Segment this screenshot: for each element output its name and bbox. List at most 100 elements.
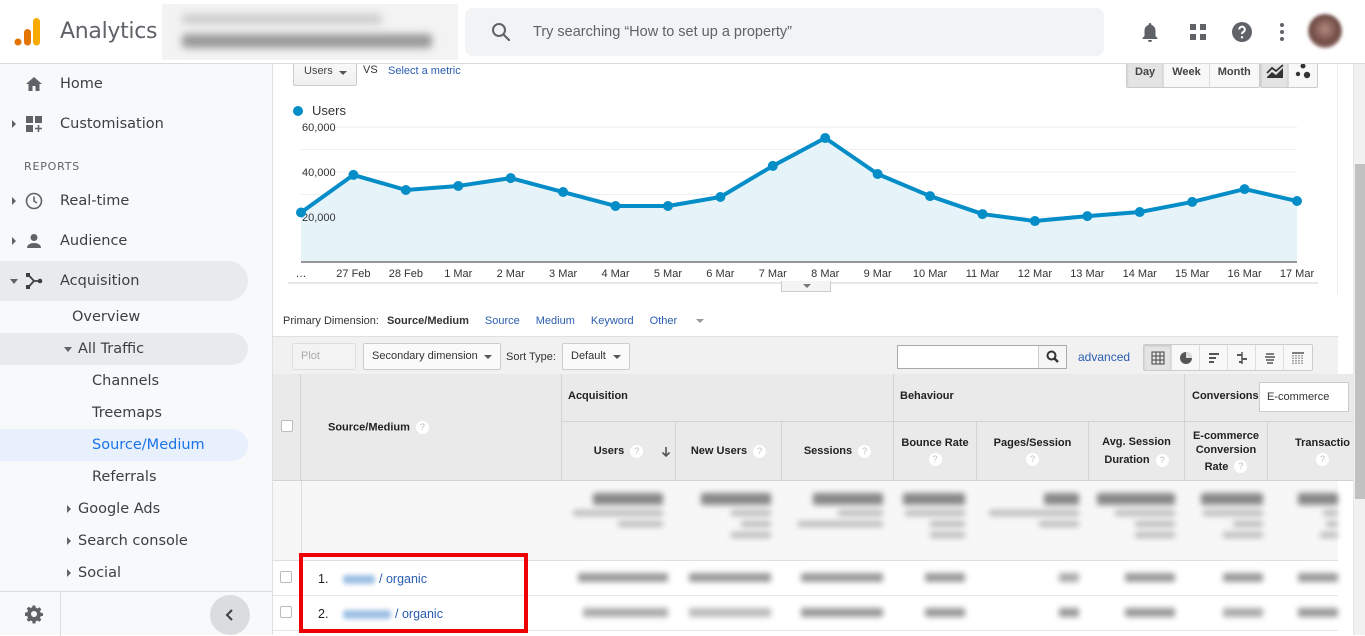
bounce-rate-column-header[interactable]: Bounce Rate?	[894, 422, 977, 481]
x-tick-label: …	[296, 268, 307, 280]
sessions-column-header[interactable]: Sessions?	[782, 422, 894, 481]
scrollbar-thumb[interactable]	[1355, 164, 1365, 499]
plot-rows-button[interactable]: Plot Rows	[292, 343, 356, 387]
metric-dropdown[interactable]: Users	[293, 64, 357, 86]
help-icon[interactable]: ?	[1234, 460, 1248, 474]
help-icon[interactable]: ?	[858, 444, 872, 458]
total-users-redacted	[568, 493, 663, 527]
transactions-column-header[interactable]: Transactio?	[1268, 422, 1353, 481]
week-button[interactable]: Week	[1164, 64, 1210, 87]
sidebar-item-social[interactable]: Social	[0, 557, 248, 589]
dimension-medium-link[interactable]: Medium	[536, 315, 575, 327]
select-all-checkbox[interactable]	[281, 420, 293, 432]
more-vert-icon[interactable]	[1270, 20, 1294, 44]
row-values-redacted	[791, 573, 883, 582]
data-point	[662, 200, 673, 211]
sidebar-item-real-time[interactable]: Real-time	[0, 181, 248, 221]
advanced-filter-link[interactable]: advanced	[1078, 350, 1130, 364]
source-medium-link[interactable]: / organic	[379, 572, 427, 586]
pivot-view-button[interactable]	[1284, 345, 1312, 370]
dimension-other-dropdown[interactable]: Other	[650, 315, 721, 327]
chart-collapse-toggle[interactable]	[781, 281, 831, 292]
data-point	[400, 185, 411, 195]
source-redacted[interactable]	[343, 610, 391, 619]
totals-row	[273, 481, 1338, 561]
help-icon[interactable]: ?	[928, 453, 942, 466]
sidebar-item-customisation[interactable]: Customisation	[0, 104, 248, 144]
dimension-keyword-link[interactable]: Keyword	[591, 315, 634, 327]
conversions-goal-dropdown[interactable]: E-commerce	[1259, 382, 1349, 412]
comparison-view-icon	[1236, 351, 1247, 364]
term-cloud-view-button[interactable]	[1256, 345, 1284, 370]
table-row[interactable]: 2. / organic	[273, 596, 1338, 631]
area-fill	[301, 138, 1297, 262]
new-users-column-header[interactable]: New Users?	[676, 422, 782, 481]
sidebar-item-home[interactable]: Home	[0, 64, 248, 104]
view-toggle	[1143, 344, 1313, 371]
day-button[interactable]: Day	[1127, 64, 1165, 87]
table-search-button[interactable]	[1038, 346, 1066, 368]
comparison-view-button[interactable]	[1228, 345, 1256, 370]
acquisition-icon	[26, 273, 43, 289]
vertical-scrollbar[interactable]	[1353, 64, 1365, 635]
row-checkbox[interactable]	[280, 571, 292, 583]
month-button[interactable]: Month	[1210, 64, 1259, 87]
total-bounce-rate-redacted	[899, 493, 965, 538]
sidebar-item-google-ads[interactable]: Google Ads	[0, 493, 248, 525]
data-point	[820, 133, 831, 144]
column-label: Avg. Session	[1102, 436, 1171, 448]
motion-chart-button[interactable]	[1289, 64, 1317, 87]
help-icon[interactable]: ?	[1026, 453, 1039, 466]
granularity-toggle: Day Week Month	[1126, 64, 1260, 88]
source-redacted[interactable]	[343, 575, 375, 584]
ecommerce-conversion-rate-column-header[interactable]: E-commerce Conversion Rate?	[1185, 422, 1268, 481]
performance-view-button[interactable]	[1200, 345, 1228, 370]
help-icon[interactable]: ?	[1155, 453, 1169, 467]
sidebar-item-channels[interactable]: Channels	[0, 365, 248, 397]
sidebar-item-source-medium[interactable]: Source/Medium	[0, 429, 248, 461]
help-icon[interactable]: ?	[1316, 453, 1329, 466]
sort-type-dropdown[interactable]: Default	[562, 343, 630, 370]
help-icon[interactable]: ?	[415, 421, 429, 434]
sidebar-item-search-console[interactable]: Search console	[0, 525, 248, 557]
analytics-logo-icon[interactable]	[14, 17, 42, 47]
source-medium-link[interactable]: / organic	[395, 607, 443, 621]
performance-view-icon	[1208, 352, 1219, 363]
sidebar-item-acquisition[interactable]: Acquisition	[0, 261, 248, 301]
secondary-dimension-dropdown[interactable]: Secondary dimension	[363, 343, 501, 370]
row-checkbox[interactable]	[280, 606, 292, 618]
sidebar-item-audience[interactable]: Audience	[0, 221, 248, 261]
sidebar-item-all-traffic[interactable]: All Traffic	[0, 333, 248, 365]
avg-session-duration-column-header[interactable]: Avg. Session Duration?	[1089, 422, 1185, 481]
collapse-sidebar-button[interactable]	[210, 595, 250, 635]
pages-session-column-header[interactable]: Pages/Session?	[977, 422, 1089, 481]
help-icon[interactable]: ?	[630, 444, 644, 458]
column-label: Transactio	[1294, 437, 1351, 449]
dimension-header[interactable]: Source/Medium?	[301, 374, 562, 481]
apps-grid-icon[interactable]	[1186, 20, 1210, 44]
line-chart-button[interactable]	[1261, 64, 1289, 87]
sidebar-item-overview[interactable]: Overview	[0, 301, 248, 333]
column-label: Rate	[1204, 460, 1229, 473]
users-column-header[interactable]: Users?	[562, 422, 676, 481]
x-tick-label: 4 Mar	[601, 268, 629, 280]
x-tick-label: 7 Mar	[759, 268, 787, 280]
y-tick-label: 40,000	[302, 167, 336, 179]
column-label: E-commerce	[1192, 429, 1260, 442]
dimension-source-link[interactable]: Source	[485, 315, 520, 327]
help-icon[interactable]: ?	[753, 444, 767, 458]
pie-view-button[interactable]	[1172, 345, 1200, 370]
avatar[interactable]	[1308, 14, 1342, 48]
account-selector[interactable]	[162, 4, 458, 60]
help-icon[interactable]	[1230, 20, 1254, 44]
bell-icon[interactable]	[1138, 20, 1162, 44]
select-metric-link[interactable]: Select a metric	[388, 65, 461, 77]
sidebar-item-referrals[interactable]: Referrals	[0, 461, 248, 493]
table-row[interactable]: 1. / organic	[273, 561, 1338, 596]
sidebar-item-treemaps[interactable]: Treemaps	[0, 397, 248, 429]
table-filter-input[interactable]	[897, 345, 1067, 369]
table-view-button[interactable]	[1144, 345, 1172, 370]
total-new-users-redacted	[683, 493, 771, 538]
search-box[interactable]: Try searching “How to set up a property”	[465, 8, 1104, 56]
gear-icon[interactable]	[24, 604, 44, 624]
